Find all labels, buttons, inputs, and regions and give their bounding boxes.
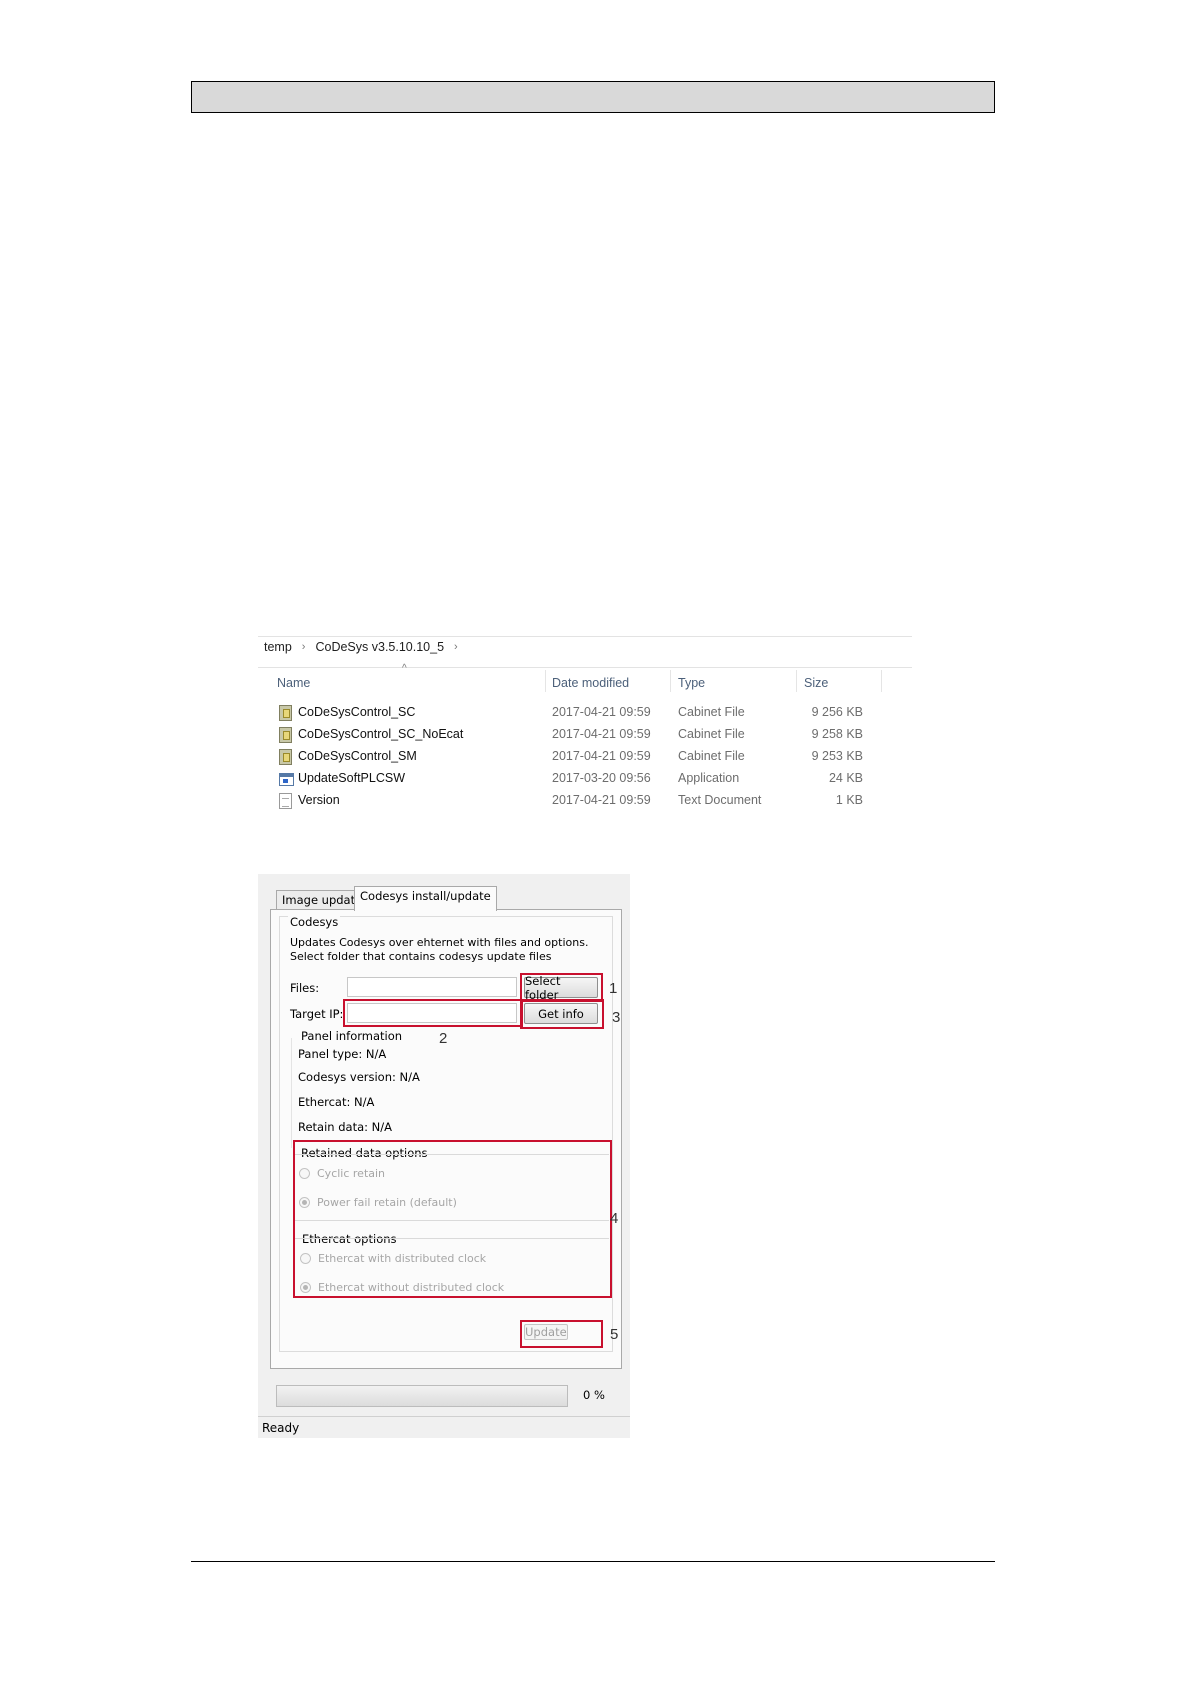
file-date-modified: 2017-04-21 09:59 <box>552 727 651 741</box>
file-name: CoDeSysControl_SM <box>298 749 417 763</box>
callout-number: 2 <box>439 1030 448 1047</box>
file-size: 24 KB <box>828 771 863 785</box>
list-item[interactable]: CoDeSysControl_SC 2017-04-21 09:59 Cabin… <box>258 702 912 724</box>
file-name: CoDeSysControl_SC <box>298 705 416 719</box>
file-explorer: temp › CoDeSys v3.5.10.10_5 › ^ Name Dat… <box>258 636 912 816</box>
cabinet-file-icon <box>279 749 292 765</box>
files-field[interactable] <box>347 977 517 997</box>
file-type: Cabinet File <box>678 705 745 719</box>
list-item[interactable]: UpdateSoftPLCSW 2017-03-20 09:56 Applica… <box>258 768 912 790</box>
file-size: 9 258 KB <box>811 727 863 741</box>
chevron-right-icon[interactable]: › <box>302 641 306 653</box>
file-date-modified: 2017-04-21 09:59 <box>552 793 651 807</box>
file-date-modified: 2017-04-21 09:59 <box>552 705 651 719</box>
status-text: Ready <box>262 1421 300 1435</box>
file-type: Text Document <box>678 793 762 807</box>
cabinet-file-icon <box>279 727 292 743</box>
description-text: Updates Codesys over ehternet with files… <box>290 936 589 963</box>
callout-number: 5 <box>610 1326 619 1343</box>
column-header-size[interactable]: Size <box>804 676 828 690</box>
highlight-get-info <box>520 999 604 1029</box>
file-name: CoDeSysControl_SC_NoEcat <box>298 727 464 741</box>
list-item[interactable]: CoDeSysControl_SM 2017-04-21 09:59 Cabin… <box>258 746 912 768</box>
application-icon <box>279 773 294 786</box>
ethercat-value: Ethercat: N/A <box>298 1095 375 1109</box>
target-ip-label: Target IP: <box>290 1007 344 1021</box>
column-divider[interactable] <box>670 670 671 692</box>
sort-ascending-icon: ^ <box>402 663 407 674</box>
file-type: Cabinet File <box>678 749 745 763</box>
column-divider[interactable] <box>796 670 797 692</box>
column-header-date-modified[interactable]: Date modified <box>552 676 629 690</box>
files-label: Files: <box>290 981 320 995</box>
codesys-version-value: Codesys version: N/A <box>298 1070 420 1084</box>
retain-data-value: Retain data: N/A <box>298 1120 393 1134</box>
highlight-target-ip <box>343 999 523 1027</box>
file-name: UpdateSoftPLCSW <box>298 771 405 785</box>
chevron-right-icon[interactable]: › <box>454 641 458 653</box>
file-type: Application <box>678 771 740 785</box>
file-size: 1 KB <box>835 793 863 807</box>
cabinet-file-icon <box>279 705 292 721</box>
progress-percent: 0 % <box>583 1388 605 1402</box>
panel-type-value: Panel type: N/A <box>298 1047 387 1061</box>
codesys-installer-window: Image update Codesys install/update Code… <box>258 874 630 1438</box>
column-divider[interactable] <box>545 670 546 692</box>
document-footer-rule <box>191 1561 995 1562</box>
list-item[interactable]: Version 2017-04-21 09:59 Text Document 1… <box>258 790 912 812</box>
highlight-options <box>293 1140 612 1298</box>
panel-information-title: Panel information <box>301 1029 403 1043</box>
document-header-bar <box>191 81 995 113</box>
breadcrumb-item-temp[interactable]: temp <box>264 640 292 654</box>
column-header-type[interactable]: Type <box>678 676 705 690</box>
progress-bar <box>276 1385 568 1407</box>
list-item[interactable]: CoDeSysControl_SC_NoEcat 2017-04-21 09:5… <box>258 724 912 746</box>
highlight-select-folder <box>520 973 603 1002</box>
text-document-icon <box>279 793 292 809</box>
file-date-modified: 2017-04-21 09:59 <box>552 749 651 763</box>
status-bar-divider <box>258 1416 630 1417</box>
breadcrumb-item-codesys-folder[interactable]: CoDeSys v3.5.10.10_5 <box>315 640 444 654</box>
callout-number: 3 <box>612 1009 621 1026</box>
file-date-modified: 2017-03-20 09:56 <box>552 771 651 785</box>
explorer-header-divider <box>258 667 912 668</box>
file-size: 9 253 KB <box>811 749 863 763</box>
breadcrumb: temp › CoDeSys v3.5.10.10_5 › <box>264 636 468 658</box>
group-title: Codesys <box>288 915 341 929</box>
column-divider[interactable] <box>881 670 882 692</box>
column-header-name[interactable]: Name <box>277 676 310 690</box>
callout-number: 1 <box>609 980 618 997</box>
callout-number: 4 <box>610 1210 619 1227</box>
file-name: Version <box>298 793 340 807</box>
file-type: Cabinet File <box>678 727 745 741</box>
file-size: 9 256 KB <box>811 705 863 719</box>
highlight-update <box>520 1320 603 1348</box>
tab-codesys-install-update[interactable]: Codesys install/update <box>354 886 497 911</box>
